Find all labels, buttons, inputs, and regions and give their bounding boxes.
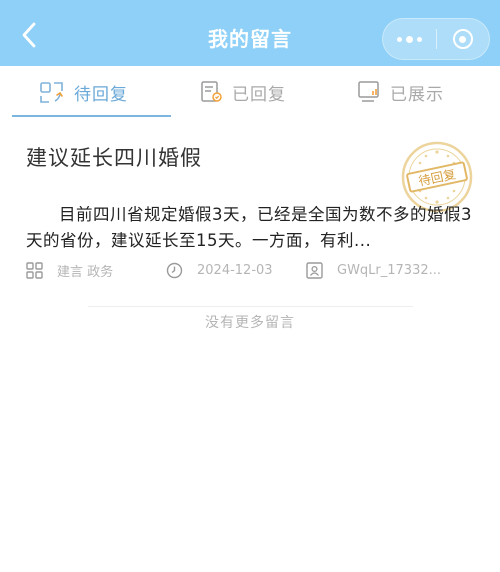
more-options-button[interactable] [383, 18, 436, 60]
displayed-screen-icon [358, 81, 379, 102]
category-text: 建言 政务 [57, 264, 114, 280]
tab-displayed[interactable]: 已展示 [356, 66, 444, 118]
replied-document-icon [201, 81, 222, 102]
message-card[interactable]: 建议延长四川婚假 待回复 目前四川省规定婚假3天，已经是全国为数不多的婚假3天的… [0, 118, 500, 290]
date-text: 2024-12-03 [197, 262, 273, 278]
message-body: 目前四川省规定婚假3天，已经是全国为数不多的婚假3天的省份，建议延长至15天。一… [26, 205, 472, 250]
nav-bar: 我的留言 [0, 0, 500, 66]
back-button[interactable] [14, 20, 44, 50]
chevron-left-icon [22, 22, 36, 48]
clock-icon [166, 262, 183, 279]
pending-reply-icon [40, 82, 63, 103]
meta-category: 建言 政务 [26, 260, 113, 280]
user-profile-icon [306, 261, 323, 279]
tab-displayed-label: 已展示 [390, 84, 444, 105]
tab-replied[interactable]: 已回复 [198, 66, 286, 118]
user-name-text: GWqLr_17332... [337, 262, 442, 278]
more-dots-icon [397, 36, 402, 42]
list-end-divider [88, 306, 413, 307]
no-more-messages-text: 没有更多留言 [205, 315, 295, 331]
target-close-icon [452, 29, 473, 49]
tab-bar: 待回复 已回复 已展示 [0, 66, 500, 118]
active-tab-indicator [12, 115, 171, 117]
mini-program-capsule [382, 18, 490, 60]
meta-user: GWqLr_17332... [306, 260, 441, 280]
message-title: 建议延长四川婚假 [26, 146, 202, 170]
tab-replied-label: 已回复 [232, 84, 286, 105]
grid-icon [26, 261, 43, 279]
close-mini-program-button[interactable] [437, 18, 489, 60]
tab-pending-reply-label: 待回复 [74, 84, 128, 105]
meta-date: 2024-12-03 [166, 260, 273, 280]
tab-pending-reply[interactable]: 待回复 [38, 66, 128, 118]
